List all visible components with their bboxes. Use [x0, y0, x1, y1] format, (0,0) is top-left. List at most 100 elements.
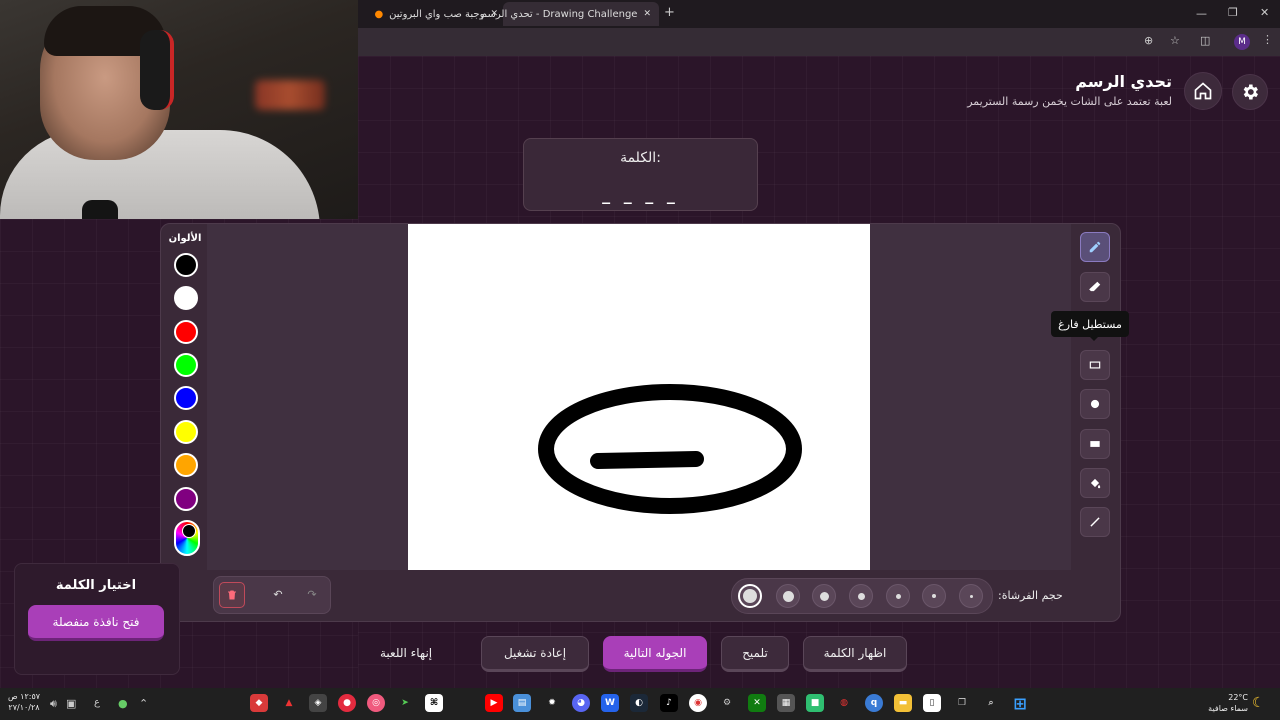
- tab-title: وجبة صب واي البروتين: [389, 8, 485, 20]
- webcam-overlay: [0, 0, 358, 219]
- app-icon-green-arrow[interactable]: ➤: [396, 694, 414, 712]
- line-tool[interactable]: [1080, 507, 1110, 537]
- weather-condition: سماء صافية: [1208, 704, 1248, 713]
- app-icon-green[interactable]: ■: [806, 694, 824, 712]
- eraser-tool[interactable]: [1080, 272, 1110, 302]
- settings-app-icon[interactable]: ⚙: [718, 694, 736, 712]
- microphone-icon[interactable]: ●: [118, 697, 128, 710]
- youtube-icon[interactable]: ▶: [485, 694, 503, 712]
- undo-button[interactable]: ↶: [266, 582, 290, 606]
- color-swatch-orange[interactable]: [174, 453, 198, 477]
- app-icon-circle-red[interactable]: ●: [338, 694, 356, 712]
- xbox-icon[interactable]: ✕: [748, 694, 766, 712]
- brush-size-option[interactable]: [922, 584, 946, 608]
- word-display: الكلمة: _ _ _ _: [523, 138, 758, 211]
- clock-date: ٢٧/١٠/٢٨: [8, 703, 40, 712]
- language-indicator[interactable]: ع: [94, 697, 100, 708]
- kebab-menu-icon[interactable]: ⋮: [1262, 33, 1273, 46]
- app-icon-blue[interactable]: ▤: [513, 694, 531, 712]
- bookmark-star-icon[interactable]: ☆: [1170, 34, 1180, 47]
- taskbar-clock[interactable]: ١٢:٥٧ ص ٢٧/١٠/٢٨: [6, 691, 42, 713]
- brush-size-option[interactable]: [959, 584, 983, 608]
- browser-tab-bar: ✕ وجبة صب واي البروتين ● ✕ Drawing Chall…: [358, 0, 1280, 28]
- restart-button[interactable]: إعادة تشغيل: [481, 636, 589, 672]
- steam-icon[interactable]: ◐: [630, 694, 648, 712]
- tool-tooltip: مستطيل فارغ: [1051, 311, 1129, 337]
- brush-size-option-selected[interactable]: [738, 584, 762, 608]
- volume-icon[interactable]: 🔊︎: [50, 697, 57, 711]
- browser-tab-active[interactable]: ✕ Drawing Challenge - تحدي الرسم: [481, 2, 659, 26]
- color-swatch-black[interactable]: [174, 253, 198, 277]
- app-icon-davinci[interactable]: ◈: [309, 694, 327, 712]
- brush-size-option[interactable]: [776, 584, 800, 608]
- zoom-icon[interactable]: ⊕: [1144, 34, 1153, 47]
- eraser-icon: [1089, 281, 1101, 292]
- gear-icon: [1243, 84, 1258, 100]
- calculator-icon[interactable]: ▦: [777, 694, 795, 712]
- line-icon: [1090, 517, 1100, 527]
- file-explorer-icon[interactable]: ▬: [894, 694, 912, 712]
- show-word-button[interactable]: اظهار الكلمة: [803, 636, 907, 672]
- end-game-button[interactable]: إنهاء اللعبة: [380, 646, 432, 660]
- color-swatch-blue[interactable]: [174, 386, 198, 410]
- pencil-icon: [1089, 241, 1101, 253]
- fill-bucket-tool[interactable]: [1080, 468, 1110, 498]
- custom-color-picker[interactable]: [174, 520, 200, 556]
- profile-avatar[interactable]: M: [1234, 34, 1250, 50]
- extensions-icon[interactable]: ◫: [1200, 34, 1210, 47]
- color-swatch-red[interactable]: [174, 320, 198, 344]
- moon-icon: ☾: [1252, 695, 1265, 711]
- color-swatch-green[interactable]: [174, 353, 198, 377]
- chrome-icon[interactable]: ◉: [689, 694, 707, 712]
- webcam-streamer-hoodie: [0, 130, 320, 219]
- redo-icon: ↷: [307, 587, 317, 601]
- windows-start-icon[interactable]: ⊞: [1011, 694, 1029, 713]
- color-swatch-yellow[interactable]: [174, 420, 198, 444]
- close-window-icon[interactable]: ✕: [1260, 6, 1269, 19]
- browser-tab[interactable]: ✕ وجبة صب واي البروتين ●: [368, 2, 498, 26]
- app-icon-qb[interactable]: q: [865, 694, 883, 712]
- app-icon-capcut[interactable]: ⌘: [425, 694, 443, 712]
- clear-canvas-button[interactable]: [219, 582, 245, 608]
- brush-tool[interactable]: [1080, 232, 1110, 262]
- circle-tool[interactable]: [1080, 389, 1110, 419]
- taskbar-weather[interactable]: 22°C سماء صافية: [1200, 692, 1248, 714]
- color-swatch-purple[interactable]: [174, 487, 198, 511]
- task-view-icon[interactable]: ❐: [953, 694, 971, 712]
- brush-size-option[interactable]: [886, 584, 910, 608]
- tiktok-icon[interactable]: ♪: [660, 694, 678, 712]
- app-icon-chrome-alt[interactable]: ◍: [835, 694, 853, 712]
- brush-size-option[interactable]: [812, 584, 836, 608]
- drawing-canvas[interactable]: [408, 224, 870, 570]
- minimize-icon[interactable]: —: [1196, 7, 1207, 20]
- color-swatch-white[interactable]: [174, 286, 198, 310]
- network-icon[interactable]: ▣: [66, 697, 76, 710]
- rectangle-filled-tool[interactable]: [1080, 429, 1110, 459]
- browser-toolbar: ⊕ ☆ ◫ ⋮: [358, 28, 1280, 56]
- home-button[interactable]: [1184, 72, 1222, 110]
- app-icon-w[interactable]: W: [601, 694, 619, 712]
- next-round-button[interactable]: الجوله التالية: [603, 636, 707, 672]
- canvas-drawing: [538, 384, 802, 514]
- search-icon[interactable]: ⌕: [982, 694, 1000, 712]
- app-icon-adobe[interactable]: ▲: [280, 694, 298, 712]
- document-icon[interactable]: ▯: [923, 694, 941, 712]
- redo-button[interactable]: ↷: [300, 582, 324, 606]
- fire-icon: ●: [374, 8, 384, 20]
- close-icon[interactable]: ✕: [643, 9, 651, 19]
- app-icon-pink[interactable]: ◎: [367, 694, 385, 712]
- hint-button[interactable]: تلميح: [721, 636, 789, 672]
- brush-size-option[interactable]: [849, 584, 873, 608]
- page-title: تحدي الرسم: [1075, 72, 1172, 91]
- app-icon-red[interactable]: ◆: [250, 694, 268, 712]
- rectangle-outline-tool[interactable]: [1080, 350, 1110, 380]
- restore-icon[interactable]: ❐: [1228, 6, 1238, 19]
- settings-button[interactable]: [1232, 74, 1268, 110]
- open-separate-window-button[interactable]: فتح نافذة منفصلة: [28, 605, 164, 641]
- chevron-up-icon[interactable]: ⌃: [139, 697, 148, 710]
- app-icon-gear-white[interactable]: ✹: [543, 694, 561, 712]
- new-tab-plus-icon[interactable]: +: [664, 5, 675, 20]
- clock-time: ١٢:٥٧ ص: [7, 692, 41, 701]
- discord-icon[interactable]: ◕: [572, 694, 590, 712]
- undo-icon: ↶: [273, 587, 283, 601]
